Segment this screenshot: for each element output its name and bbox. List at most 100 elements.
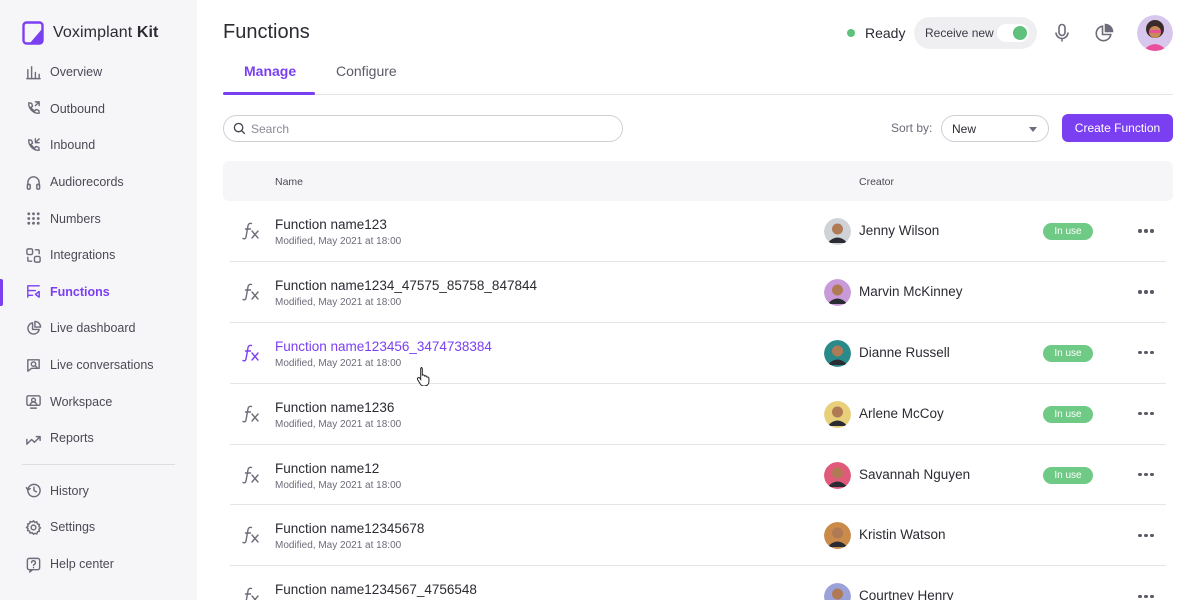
sidebar-item-live-conversations[interactable]: Live conversations: [0, 347, 197, 384]
table-row[interactable]: Function name1236 Modified, May 2021 at 1…: [230, 384, 1166, 445]
chevron-down-icon: [1029, 127, 1037, 132]
functions-icon: [24, 283, 42, 301]
sort-select[interactable]: New: [941, 115, 1049, 142]
toggle-knob: [1013, 26, 1027, 40]
table-row[interactable]: Function name1234567_4756548Modified, Ma…: [230, 566, 1166, 600]
tab-configure[interactable]: Configure: [336, 63, 397, 79]
more-options-icon[interactable]: [1136, 465, 1156, 485]
sidebar-item-label: Numbers: [50, 211, 101, 226]
help-icon: [24, 555, 42, 573]
gear-icon: [24, 518, 42, 536]
status-indicator: Ready: [847, 25, 905, 41]
creator-avatar: [824, 218, 851, 245]
toggle-switch[interactable]: [997, 24, 1029, 42]
sidebar-item-label: Outbound: [50, 101, 105, 116]
history-icon: [24, 482, 42, 500]
sidebar-item-label: Live conversations: [50, 358, 154, 373]
search-icon: [233, 122, 246, 135]
creator-name: Courtney Henry: [859, 588, 954, 600]
function-fx-icon: [244, 587, 259, 600]
sidebar-divider: [22, 463, 175, 465]
sort-value: New: [952, 121, 977, 136]
search-box[interactable]: [223, 115, 623, 142]
more-options-icon[interactable]: [1136, 586, 1156, 600]
brand[interactable]: Voximplant Kit: [22, 21, 158, 45]
modified-date: Modified, May 2021 at 18:00: [275, 296, 402, 308]
functions-table: Function name123 Modified, May 2021 at 18…: [223, 201, 1173, 600]
function-name[interactable]: Function name1234567_4756548: [275, 582, 477, 597]
function-name[interactable]: Function name123: [275, 217, 387, 232]
sidebar-item-functions[interactable]: Functions: [0, 274, 197, 311]
status-dot-icon: [847, 29, 855, 37]
creator-name: Jenny Wilson: [859, 223, 940, 238]
more-options-icon[interactable]: [1136, 282, 1156, 302]
chart-bar-icon: [24, 63, 42, 81]
table-row[interactable]: Function name123456_3474738384 Modified, …: [230, 323, 1166, 384]
column-header-name: Name: [275, 176, 304, 188]
creator-avatar: [824, 522, 851, 550]
active-tab-indicator: [223, 92, 315, 95]
modified-date: Modified, May 2021 at 18:00: [275, 418, 402, 430]
creator-name: Dianne Russell: [859, 344, 950, 360]
function-name[interactable]: Function name12345678: [275, 521, 424, 536]
sidebar-item-label: Reports: [50, 431, 94, 446]
chat-search-icon: [24, 356, 42, 374]
creator-avatar: [824, 461, 851, 489]
creator-name: Savannah Nguyen: [859, 466, 971, 482]
sidebar-item-reports[interactable]: Reports: [0, 420, 197, 457]
table-row[interactable]: Function name12345678 Modified, May 2021 …: [230, 505, 1166, 567]
sidebar-item-overview[interactable]: Overview: [0, 54, 197, 91]
more-options-icon[interactable]: [1136, 221, 1156, 241]
more-options-icon[interactable]: [1136, 343, 1156, 363]
sidebar-item-label: Settings: [50, 520, 96, 535]
phone-outgoing-icon: [24, 100, 42, 118]
sidebar-item-label: Inbound: [50, 138, 96, 153]
sidebar-item-integrations[interactable]: Integrations: [0, 237, 197, 274]
more-options-icon[interactable]: [1136, 525, 1156, 545]
page-title: Functions: [223, 21, 310, 43]
table-row[interactable]: Function name12 Modified, May 2021 at 18:…: [230, 445, 1166, 506]
sidebar-item-audiorecords[interactable]: Audiorecords: [0, 164, 197, 201]
integrations-icon: [24, 246, 42, 264]
function-fx-icon: [242, 527, 259, 544]
sidebar-item-settings[interactable]: Settings: [0, 509, 197, 546]
trend-icon: [24, 429, 42, 447]
create-function-button[interactable]: Create Function: [1062, 114, 1173, 142]
user-avatar[interactable]: [1137, 15, 1173, 51]
function-name[interactable]: Function name12: [275, 461, 379, 476]
sidebar-nav: Overview Outbound Inbound Audiorecords Numbe…: [0, 54, 197, 582]
receive-new-toggle[interactable]: Receive new: [914, 17, 1037, 49]
function-fx-icon: [242, 466, 259, 484]
function-name[interactable]: Function name1234_47575_85758_847844: [275, 278, 537, 293]
workspace-icon: [24, 393, 42, 411]
sidebar-item-live-dashboard[interactable]: Live dashboard: [0, 310, 197, 347]
more-options-icon[interactable]: [1136, 404, 1156, 424]
creator-name: Kristin Watson: [859, 527, 946, 543]
search-input[interactable]: [251, 121, 611, 136]
sidebar-item-numbers[interactable]: Numbers: [0, 200, 197, 237]
sidebar-item-workspace[interactable]: Workspace: [0, 383, 197, 420]
function-name[interactable]: Function name123456_3474738384: [275, 339, 492, 354]
status-badge: In use: [1043, 405, 1093, 423]
function-name[interactable]: Function name1236: [275, 400, 394, 415]
table-row[interactable]: Function name123 Modified, May 2021 at 18…: [230, 201, 1166, 262]
phone-incoming-icon: [24, 136, 42, 154]
tab-manage[interactable]: Manage: [244, 63, 296, 79]
modified-date: Modified, May 2021 at 18:00: [275, 357, 402, 369]
microphone-icon[interactable]: [1051, 22, 1073, 44]
creator-name: Marvin McKinney: [859, 283, 963, 299]
sidebar-item-label: Audiorecords: [50, 175, 124, 190]
sidebar-item-help-center[interactable]: Help center: [0, 546, 197, 583]
tabs: Manage Configure: [223, 58, 1173, 95]
status-badge: In use: [1043, 344, 1093, 362]
status-badge: In use: [1043, 466, 1093, 484]
sidebar-item-outbound[interactable]: Outbound: [0, 91, 197, 128]
sidebar-item-history[interactable]: History: [0, 473, 197, 510]
creator-avatar: [824, 278, 851, 306]
function-fx-icon: [242, 283, 259, 301]
modified-date: Modified, May 2021 at 18:00: [275, 479, 402, 491]
brand-name: Voximplant Kit: [53, 24, 159, 41]
table-row[interactable]: Function name1234_47575_85758_847844 Modi…: [230, 262, 1166, 323]
pie-chart-icon[interactable]: [1093, 22, 1115, 44]
sidebar-item-inbound[interactable]: Inbound: [0, 127, 197, 164]
